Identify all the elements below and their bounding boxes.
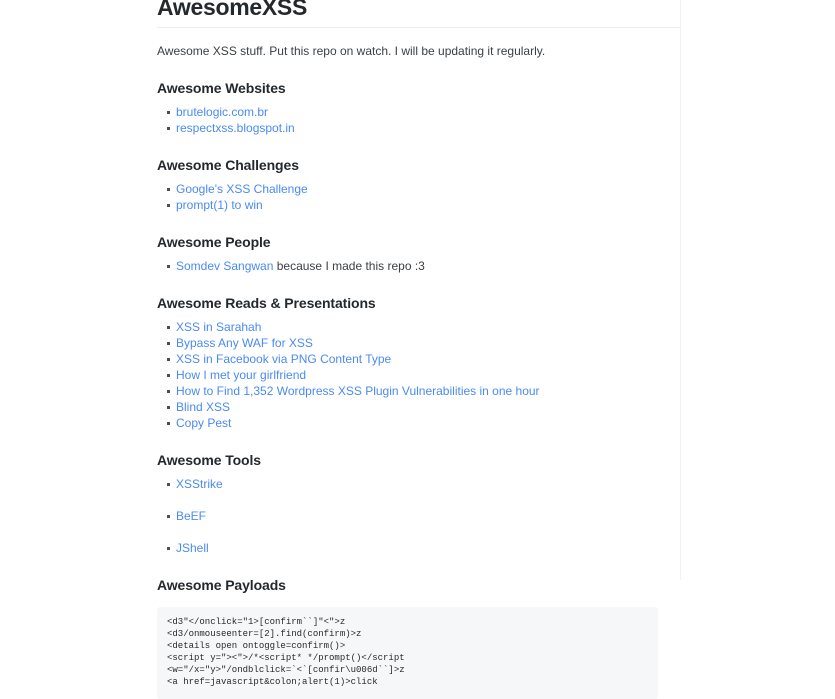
link-brutelogic[interactable]: brutelogic.com.br xyxy=(176,105,268,119)
list-item: Somdev Sangwan because I made this repo … xyxy=(157,258,680,274)
list-people: Somdev Sangwan because I made this repo … xyxy=(157,258,680,274)
link-somdev-sangwan[interactable]: Somdev Sangwan xyxy=(176,259,273,273)
list-item: Copy Pest xyxy=(157,415,680,431)
pane-right-edge xyxy=(680,0,681,580)
list-item: JShell xyxy=(157,540,680,556)
list-item: How I met your girlfriend xyxy=(157,367,680,383)
list-item: Blind XSS xyxy=(157,399,680,415)
list-challenges: Google's XSS Challenge prompt(1) to win xyxy=(157,181,680,213)
section-heading-tools: Awesome Tools xyxy=(157,452,261,468)
page-title: AwesomeXSS xyxy=(157,0,680,28)
list-item: How to Find 1,352 Wordpress XSS Plugin V… xyxy=(157,383,680,399)
list-item: XSS in Facebook via PNG Content Type xyxy=(157,351,680,367)
list-item: BeEF xyxy=(157,508,680,524)
link-respectxss[interactable]: respectxss.blogspot.in xyxy=(176,121,295,135)
payloads-code-block[interactable]: <d3"</onclick="1>[confirm``]"<">z <d3/on… xyxy=(157,607,658,699)
list-websites: brutelogic.com.br respectxss.blogspot.in xyxy=(157,104,680,136)
link-prompt-to-win[interactable]: prompt(1) to win xyxy=(176,198,263,212)
link-copy-pest[interactable]: Copy Pest xyxy=(176,416,231,430)
markdown-content: AwesomeXSS Awesome XSS stuff. Put this r… xyxy=(157,0,680,699)
section-heading-people: Awesome People xyxy=(157,234,271,250)
link-xsstrike[interactable]: XSStrike xyxy=(176,477,223,491)
list-reads: XSS in Sarahah Bypass Any WAF for XSS XS… xyxy=(157,319,680,431)
list-item: prompt(1) to win xyxy=(157,197,680,213)
people-note: because I made this repo :3 xyxy=(273,259,425,273)
link-bypass-any-waf[interactable]: Bypass Any WAF for XSS xyxy=(176,336,313,350)
link-how-i-met-your-girlfriend[interactable]: How I met your girlfriend xyxy=(176,368,306,382)
link-google-xss-challenge[interactable]: Google's XSS Challenge xyxy=(176,182,308,196)
link-wordpress-plugin-vulns[interactable]: How to Find 1,352 Wordpress XSS Plugin V… xyxy=(176,384,540,398)
section-heading-reads: Awesome Reads & Presentations xyxy=(157,295,376,311)
page-root: AwesomeXSS Awesome XSS stuff. Put this r… xyxy=(0,0,835,699)
link-xss-in-sarahah[interactable]: XSS in Sarahah xyxy=(176,320,261,334)
list-item: Bypass Any WAF for XSS xyxy=(157,335,680,351)
list-item: XSStrike xyxy=(157,476,680,492)
section-heading-challenges: Awesome Challenges xyxy=(157,157,299,173)
list-item: respectxss.blogspot.in xyxy=(157,120,680,136)
link-xss-facebook-png[interactable]: XSS in Facebook via PNG Content Type xyxy=(176,352,391,366)
list-item: Google's XSS Challenge xyxy=(157,181,680,197)
list-item: XSS in Sarahah xyxy=(157,319,680,335)
list-tools: XSStrike BeEF JShell xyxy=(157,476,680,556)
link-jshell[interactable]: JShell xyxy=(176,541,209,555)
section-heading-websites: Awesome Websites xyxy=(157,80,286,96)
list-item: brutelogic.com.br xyxy=(157,104,680,120)
link-blind-xss[interactable]: Blind XSS xyxy=(176,400,230,414)
intro-paragraph: Awesome XSS stuff. Put this repo on watc… xyxy=(157,44,546,58)
link-beef[interactable]: BeEF xyxy=(176,509,206,523)
